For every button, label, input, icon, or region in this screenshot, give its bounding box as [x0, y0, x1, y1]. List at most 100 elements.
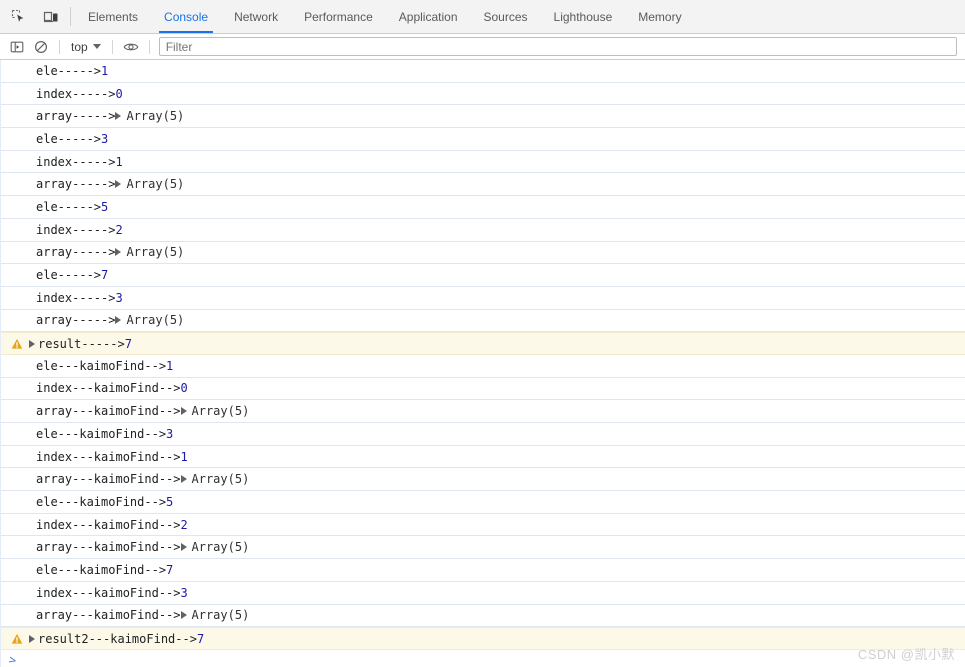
console-log-row[interactable]: ele---kaimoFind--> 3: [1, 423, 965, 446]
object-value: Array(5): [126, 245, 185, 260]
console-log-row[interactable]: ele-----> 7: [1, 264, 965, 287]
message-value: 0: [115, 86, 123, 101]
console-log-row[interactable]: index-----> 1: [1, 151, 965, 174]
inspect-element-icon[interactable]: [8, 6, 30, 28]
console-log-row[interactable]: ele-----> 3: [1, 128, 965, 151]
tab-label: Elements: [88, 9, 139, 24]
console-log-row[interactable]: ele---kaimoFind--> 7: [1, 559, 965, 582]
console-log-row[interactable]: array---kaimoFind--> Array(5): [1, 400, 965, 423]
console-log-row[interactable]: index---kaimoFind--> 3: [1, 582, 965, 605]
console-log-row[interactable]: array-----> Array(5): [1, 105, 965, 129]
console-log-row[interactable]: ele-----> 5: [1, 196, 965, 219]
console-message-list[interactable]: ele-----> 1 index-----> 0 array-----> Arra…: [0, 60, 965, 667]
live-expression-eye-icon[interactable]: [120, 37, 142, 57]
console-log-row[interactable]: ele-----> 1: [1, 60, 965, 83]
tab-performance[interactable]: Performance: [291, 0, 386, 33]
expand-arrow-icon[interactable]: [180, 611, 187, 620]
message-value: 7: [196, 631, 205, 646]
message-label: ele---kaimoFind-->: [36, 358, 167, 373]
console-log-row[interactable]: array---kaimoFind--> Array(5): [1, 468, 965, 492]
message-label: index----->: [36, 290, 116, 305]
tab-sources[interactable]: Sources: [471, 0, 541, 33]
message-value: 7: [166, 562, 174, 577]
tab-lighthouse[interactable]: Lighthouse: [541, 0, 626, 33]
console-toolbar: top: [0, 34, 965, 60]
message-value: 2: [115, 222, 123, 237]
expand-arrow-icon[interactable]: [26, 634, 38, 643]
console-log-row[interactable]: array-----> Array(5): [1, 242, 965, 265]
toolbar-divider: [59, 39, 60, 54]
expand-arrow-icon[interactable]: [180, 543, 187, 552]
message-label: index---kaimoFind-->: [36, 449, 181, 464]
toolbar-divider: [148, 39, 150, 54]
console-warning-row[interactable]: result-----> 7: [1, 332, 965, 355]
console-prompt[interactable]: >: [1, 650, 965, 667]
console-log-row[interactable]: index---kaimoFind--> 0: [1, 378, 965, 401]
message-value: 7: [124, 336, 132, 351]
message-label: result----->: [38, 336, 125, 351]
expand-arrow-icon[interactable]: [180, 475, 187, 484]
object-preview[interactable]: Array(5): [180, 540, 250, 555]
expand-arrow-icon[interactable]: [115, 180, 122, 189]
tab-label: Application: [398, 9, 458, 24]
message-label: array----->: [36, 313, 116, 328]
message-label: array---kaimoFind-->: [36, 608, 181, 623]
message-label: array----->: [36, 177, 116, 192]
message-label: index---kaimoFind-->: [36, 381, 181, 396]
console-log-row[interactable]: ele---kaimoFind--> 5: [1, 491, 965, 514]
tab-application[interactable]: Application: [386, 0, 471, 33]
message-label: ele----->: [36, 268, 102, 283]
tab-label: Memory: [638, 9, 682, 24]
expand-arrow-icon[interactable]: [26, 339, 38, 348]
tab-memory[interactable]: Memory: [625, 0, 694, 33]
tab-console[interactable]: Console: [151, 0, 221, 33]
object-preview[interactable]: Array(5): [180, 608, 250, 623]
console-sidebar-toggle-icon[interactable]: [6, 37, 28, 57]
console-log-row[interactable]: array-----> Array(5): [1, 173, 965, 197]
console-log-row[interactable]: index-----> 2: [1, 219, 965, 242]
message-value: 5: [166, 494, 174, 509]
console-filter-input[interactable]: [158, 37, 957, 56]
message-value: 1: [115, 154, 123, 169]
console-log-row[interactable]: array---kaimoFind--> Array(5): [1, 605, 965, 628]
warning-triangle-icon: [9, 633, 24, 645]
tab-elements[interactable]: Elements: [75, 0, 151, 33]
message-label: array---kaimoFind-->: [36, 404, 181, 419]
message-value: 1: [166, 358, 174, 373]
expand-arrow-icon[interactable]: [115, 248, 122, 257]
object-value: Array(5): [126, 177, 185, 192]
object-preview[interactable]: Array(5): [180, 404, 250, 419]
console-log-row[interactable]: ele---kaimoFind--> 1: [1, 355, 965, 378]
object-preview[interactable]: Array(5): [180, 472, 249, 486]
message-value: 3: [101, 131, 109, 146]
devtools-tabbar: Elements Console Network Performance App…: [0, 0, 965, 34]
object-preview[interactable]: Array(5): [115, 313, 184, 327]
message-label: array---kaimoFind-->: [36, 540, 181, 555]
execution-context-selector[interactable]: top: [67, 39, 105, 55]
message-label: index---kaimoFind-->: [36, 585, 181, 600]
console-log-row[interactable]: index-----> 0: [1, 83, 965, 106]
clear-console-icon[interactable]: [30, 37, 52, 57]
object-value: Array(5): [191, 540, 250, 555]
console-log-row[interactable]: index---kaimoFind--> 1: [1, 446, 965, 469]
device-toolbar-icon[interactable]: [40, 6, 62, 28]
tab-network[interactable]: Network: [221, 0, 291, 33]
console-log-row[interactable]: index-----> 3: [1, 287, 965, 310]
message-label: ele----->: [36, 131, 102, 146]
expand-arrow-icon[interactable]: [115, 316, 122, 325]
object-value: Array(5): [191, 404, 250, 419]
tab-label: Console: [164, 9, 209, 24]
message-label: ele---kaimoFind-->: [36, 426, 167, 441]
object-value: Array(5): [191, 608, 250, 623]
expand-arrow-icon[interactable]: [115, 112, 122, 121]
console-log-row[interactable]: array-----> Array(5): [1, 310, 965, 333]
object-preview[interactable]: Array(5): [115, 177, 184, 191]
message-label: array----->: [36, 245, 116, 260]
console-warning-row[interactable]: result2---kaimoFind--> 7: [1, 627, 965, 650]
console-log-row[interactable]: array---kaimoFind--> Array(5): [1, 536, 965, 560]
object-preview[interactable]: Array(5): [115, 245, 184, 259]
console-log-row[interactable]: index---kaimoFind--> 2: [1, 514, 965, 537]
message-label: array----->: [36, 109, 116, 124]
object-preview[interactable]: Array(5): [115, 109, 184, 123]
expand-arrow-icon[interactable]: [180, 407, 187, 416]
